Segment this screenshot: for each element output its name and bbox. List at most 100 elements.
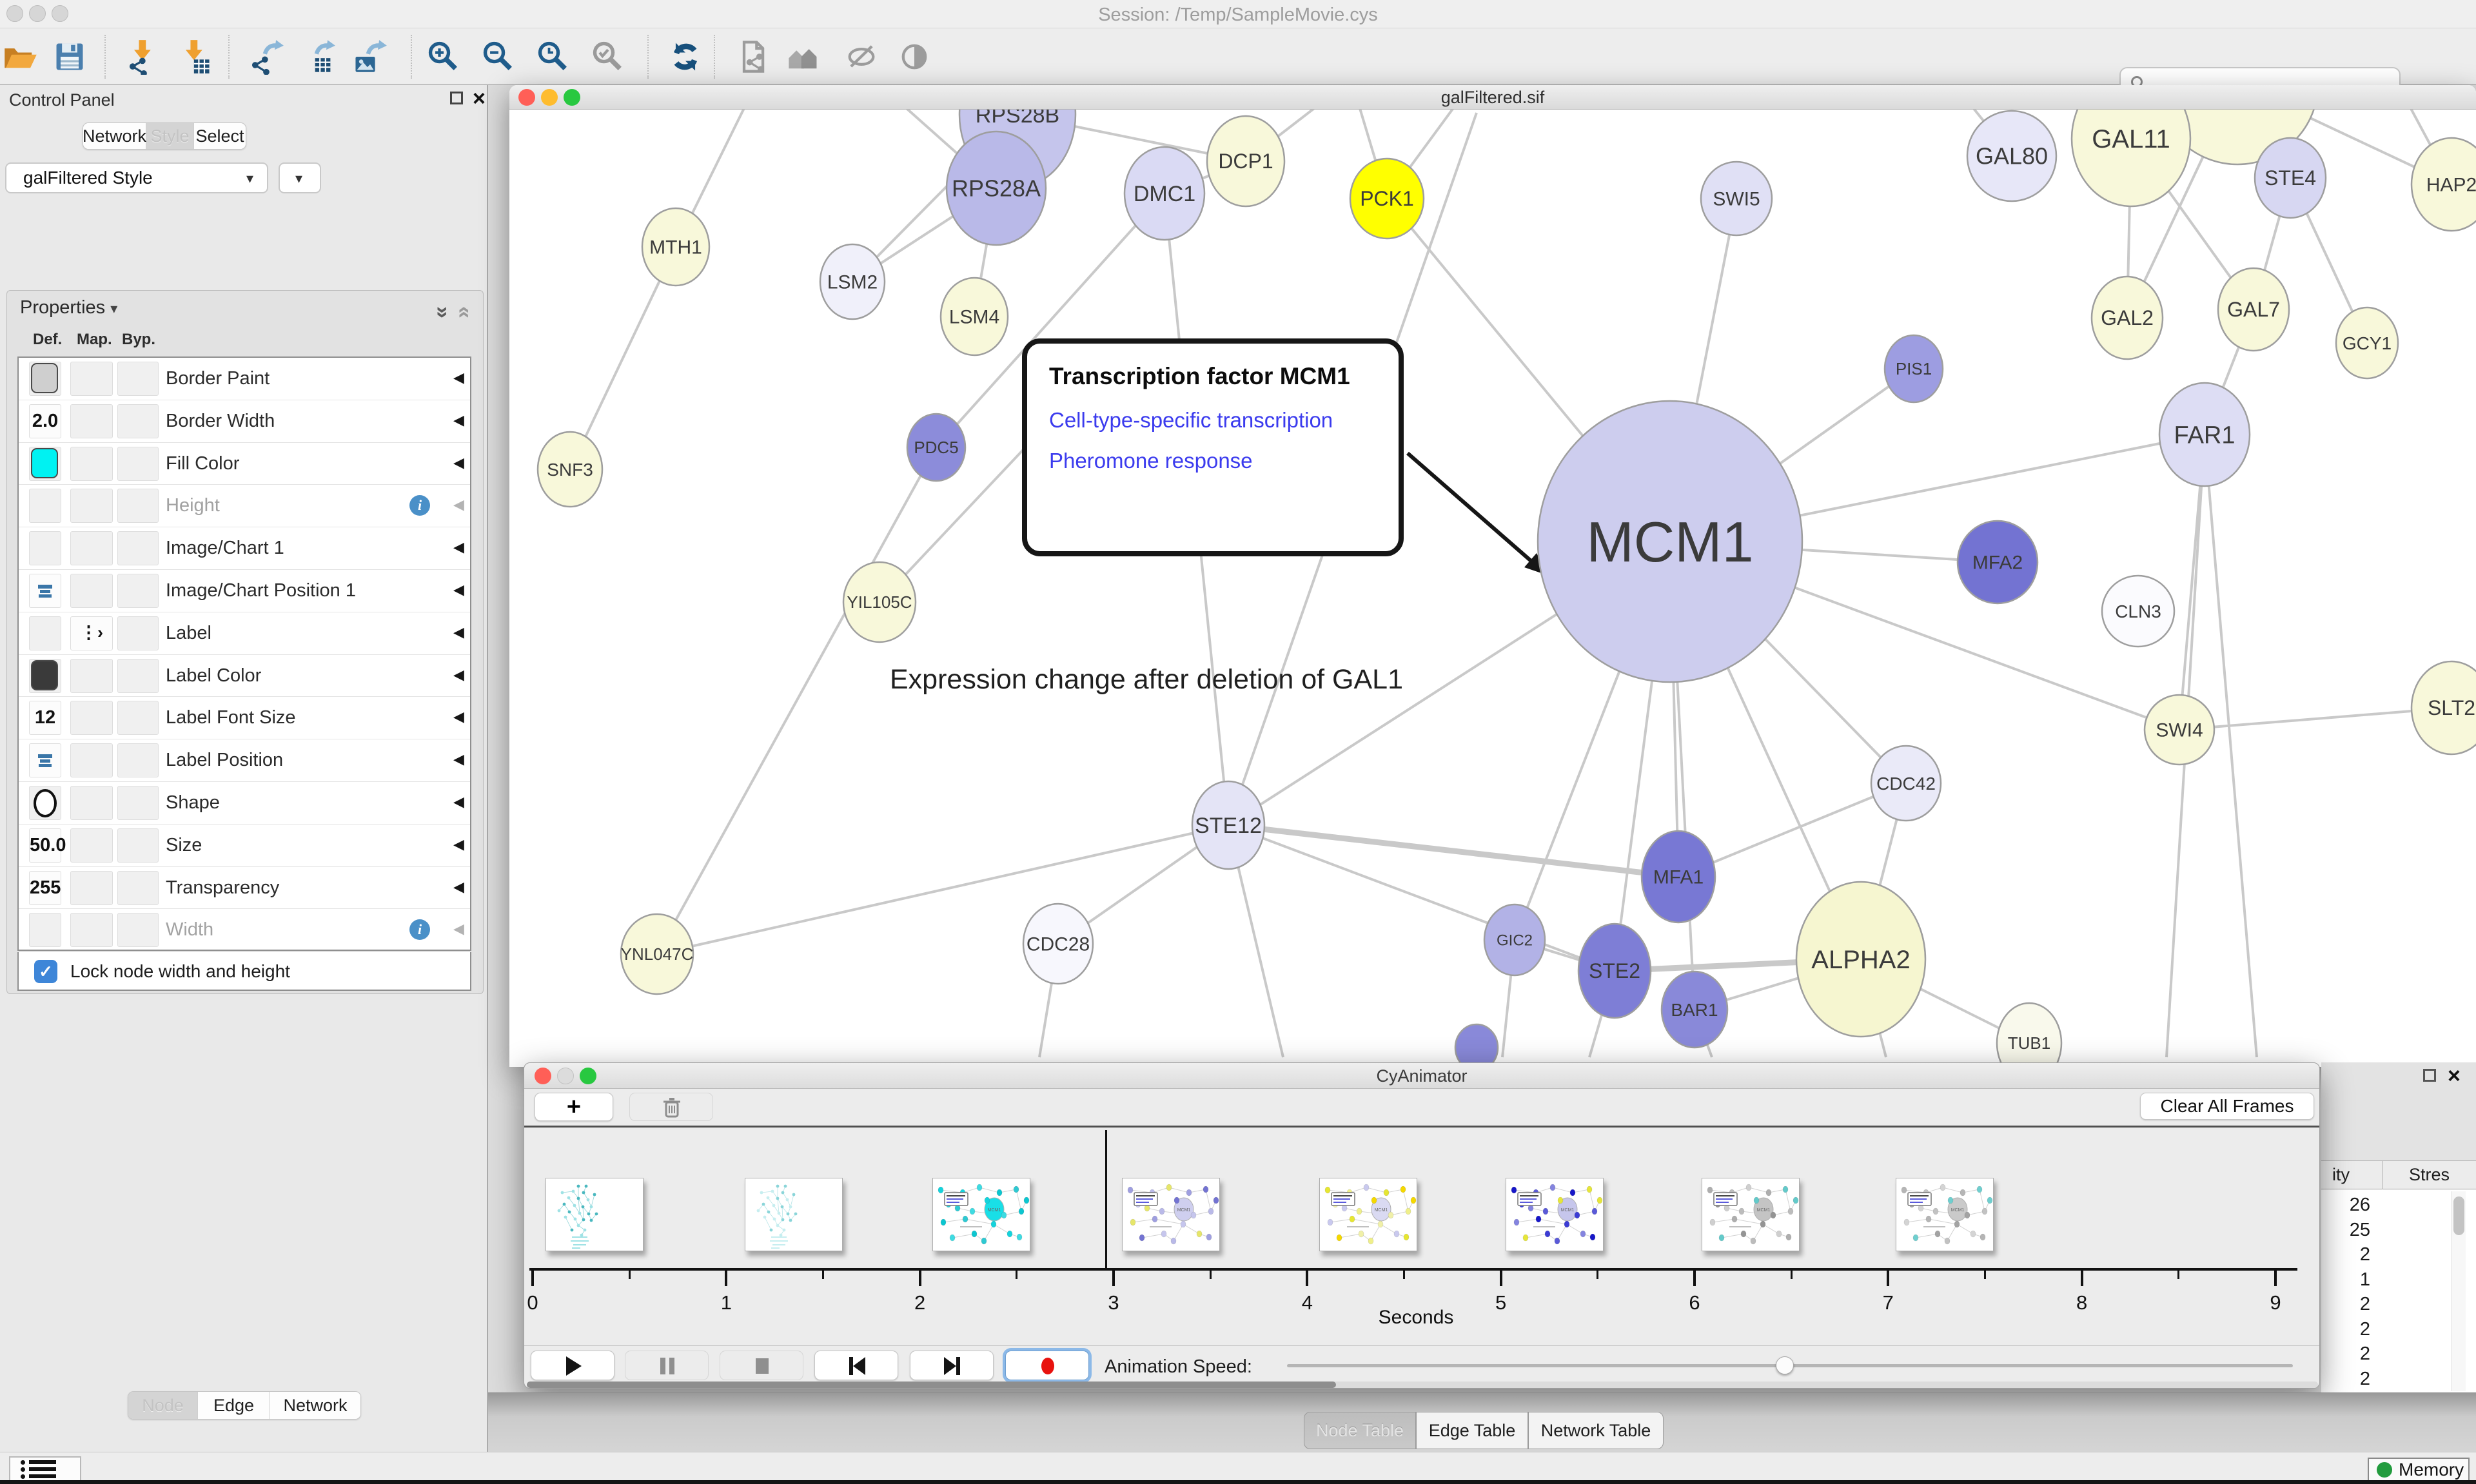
copy-network-icon[interactable] — [735, 39, 771, 75]
timeline-frame-7[interactable]: MCM1 — [1702, 1178, 1800, 1251]
cyanimator-titlebar[interactable]: CyAnimator — [524, 1063, 2319, 1089]
bypass-cell[interactable] — [117, 913, 159, 947]
default-value-cell[interactable]: 255 — [29, 871, 61, 905]
network-node-PDC5[interactable]: PDC5 — [907, 414, 965, 481]
bypass-cell[interactable] — [117, 786, 159, 820]
network-node-ALPHA2[interactable]: ALPHA2 — [1796, 882, 1925, 1037]
expand-row-icon[interactable]: ◀ — [453, 708, 464, 725]
expand-row-icon[interactable]: ◀ — [453, 921, 464, 937]
network-node-STE4[interactable]: STE4 — [2255, 138, 2326, 218]
property-row-label[interactable]: ⋮›Label◀ — [19, 612, 470, 655]
property-row-transparency[interactable]: 255Transparency◀ — [19, 867, 470, 910]
skip-start-button[interactable] — [814, 1351, 898, 1380]
expand-row-icon[interactable]: ◀ — [453, 539, 464, 556]
bypass-cell[interactable] — [117, 616, 159, 650]
default-value-cell[interactable] — [29, 743, 61, 777]
default-value-cell[interactable] — [29, 489, 61, 523]
default-value-cell[interactable] — [29, 531, 61, 565]
table-cell-value[interactable]: 2 — [2321, 1367, 2370, 1391]
timeline-scrollbar-thumb[interactable] — [527, 1381, 1336, 1388]
open-session-icon[interactable] — [3, 39, 39, 75]
import-network-icon[interactable] — [126, 39, 162, 75]
export-table-icon[interactable] — [300, 39, 336, 75]
default-value-cell[interactable]: 2.0 — [29, 404, 61, 438]
table-scrollbar[interactable] — [2451, 1191, 2466, 1391]
network-node-MFA2[interactable]: MFA2 — [1958, 521, 2038, 603]
expand-row-icon[interactable]: ◀ — [453, 667, 464, 683]
table-cell-value[interactable]: 2 — [2321, 1242, 2370, 1267]
timeline-frame-6[interactable]: MCM1 — [1506, 1178, 1604, 1251]
network-node-GCY1[interactable]: GCY1 — [2336, 308, 2398, 378]
network-node-PCK1[interactable]: PCK1 — [1350, 159, 1424, 239]
expand-row-icon[interactable]: ◀ — [453, 412, 464, 429]
default-value-cell[interactable] — [29, 913, 61, 947]
bypass-cell[interactable] — [117, 871, 159, 905]
timeline-frame-3[interactable]: MCM1 — [932, 1178, 1030, 1251]
timeline-playhead[interactable] — [1105, 1130, 1107, 1269]
network-window-titlebar[interactable]: galFiltered.sif — [509, 85, 2476, 110]
mapping-cell[interactable] — [70, 362, 113, 396]
timeline-scrollbar[interactable] — [527, 1381, 2318, 1388]
default-value-cell[interactable] — [29, 616, 61, 650]
table-cell-value[interactable]: 2 — [2321, 1292, 2370, 1316]
collapse-all-icon[interactable]: « — [452, 306, 477, 318]
mapping-cell[interactable] — [70, 871, 113, 905]
task-history-button[interactable] — [9, 1456, 81, 1482]
default-value-cell[interactable] — [29, 786, 61, 820]
network-node-DCP1[interactable]: DCP1 — [1207, 116, 1284, 206]
network-node-SWI4[interactable]: SWI4 — [2145, 695, 2214, 765]
property-row-image-chart-position-1[interactable]: Image/Chart Position 1◀ — [19, 570, 470, 612]
network-node-RPS28A[interactable]: RPS28A — [947, 132, 1046, 245]
annotation-box[interactable]: Transcription factor MCM1 Cell-type-spec… — [1022, 338, 1404, 556]
tab-node[interactable]: Node — [128, 1392, 198, 1419]
property-row-border-width[interactable]: 2.0Border Width◀ — [19, 400, 470, 443]
discrete-mapping-icon[interactable]: ⋮› — [70, 616, 113, 650]
network-node-GAL11[interactable]: GAL11 — [2072, 110, 2190, 206]
tab-style[interactable]: Style — [146, 123, 194, 149]
network-node-MCM1[interactable]: MCM1 — [1538, 401, 1802, 682]
mapping-cell[interactable] — [70, 659, 113, 693]
table-cell-value[interactable]: 2 — [2321, 1342, 2370, 1366]
bypass-cell[interactable] — [117, 828, 159, 863]
pause-button[interactable] — [625, 1351, 709, 1380]
chevron-down-icon[interactable]: ▾ — [110, 300, 117, 317]
property-row-label-color[interactable]: Label Color◀ — [19, 655, 470, 698]
timeline-frame-4[interactable]: MCM1 — [1122, 1178, 1220, 1251]
tab-select[interactable]: Select — [194, 123, 246, 149]
expand-row-icon[interactable]: ◀ — [453, 751, 464, 768]
network-node-FAR1[interactable]: FAR1 — [2159, 383, 2250, 486]
zoom-fit-icon[interactable] — [535, 39, 571, 75]
default-value-cell[interactable]: 50.0 — [29, 828, 61, 863]
network-node-GIC2[interactable]: GIC2 — [1484, 904, 1545, 975]
close-panel-icon[interactable]: × — [2448, 1066, 2461, 1086]
float-panel-icon[interactable] — [2423, 1069, 2436, 1082]
mapping-cell[interactable] — [70, 913, 113, 947]
delete-frame-button[interactable] — [629, 1093, 713, 1121]
property-row-label-position[interactable]: Label Position◀ — [19, 739, 470, 782]
network-node-BAR1[interactable]: BAR1 — [1662, 971, 1727, 1048]
network-canvas[interactable]: RPS28BRPS28ADMC1DCP1PCK1SWI5GAL11GAL80ST… — [509, 110, 2476, 1067]
add-frame-button[interactable]: + — [535, 1093, 613, 1121]
expand-row-icon[interactable]: ◀ — [453, 496, 464, 513]
expand-row-icon[interactable]: ◀ — [453, 624, 464, 641]
mapping-cell[interactable] — [70, 701, 113, 735]
info-icon[interactable]: i — [409, 919, 430, 940]
bypass-cell[interactable] — [117, 743, 159, 777]
table-column-ity[interactable]: ity — [2321, 1165, 2350, 1185]
zoom-out-icon[interactable] — [480, 39, 516, 75]
bypass-cell[interactable] — [117, 362, 159, 396]
import-table-icon[interactable] — [177, 39, 213, 75]
default-value-cell[interactable] — [29, 574, 61, 608]
network-node-MTH1[interactable]: MTH1 — [642, 208, 709, 286]
save-session-icon[interactable] — [52, 39, 88, 75]
mapping-cell[interactable] — [70, 743, 113, 777]
network-node-CDC28[interactable]: CDC28 — [1023, 904, 1093, 984]
clear-all-frames-button[interactable]: Clear All Frames — [2140, 1093, 2314, 1120]
play-button[interactable] — [531, 1351, 614, 1380]
network-node-PIS1[interactable]: PIS1 — [1885, 335, 1943, 402]
first-neighbors-icon[interactable] — [785, 39, 821, 75]
timeline-frame-2[interactable] — [745, 1178, 843, 1251]
animation-speed-slider-thumb[interactable] — [1776, 1356, 1794, 1374]
table-scrollbar-thumb[interactable] — [2453, 1196, 2464, 1235]
annotation-link[interactable]: Pheromone response — [1049, 449, 1253, 473]
